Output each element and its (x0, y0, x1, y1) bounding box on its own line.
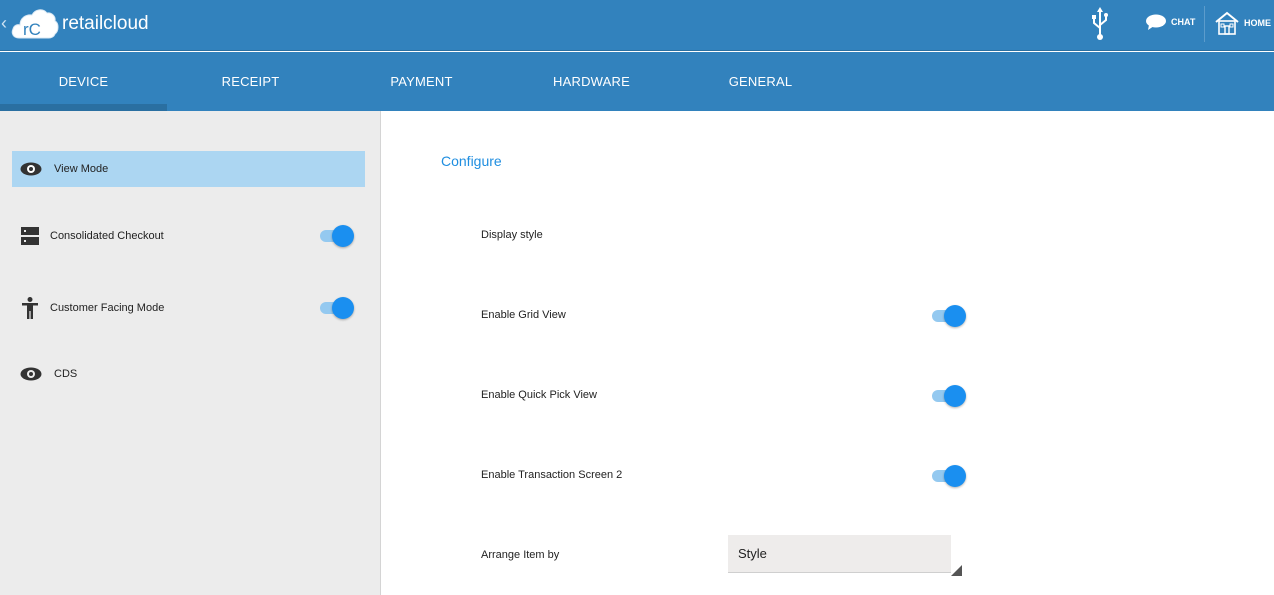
sidebar-item-customer-facing-mode[interactable]: Customer Facing Mode (12, 290, 365, 326)
consolidated-checkout-toggle[interactable] (320, 225, 354, 247)
sidebar-item-label: Consolidated Checkout (50, 230, 164, 242)
grid-view-label: Enable Grid View (481, 309, 566, 321)
tab-device[interactable]: DEVICE (0, 52, 167, 111)
sidebar-item-label: CDS (54, 368, 78, 380)
tab-payment[interactable]: PAYMENT (338, 52, 505, 111)
top-bar: ‹ rC retailcloud CHAT HOME (0, 0, 1274, 51)
arrange-item-select[interactable]: Style (728, 535, 951, 573)
sidebar-item-label: Customer Facing Mode (50, 302, 165, 314)
grid-view-toggle[interactable] (932, 305, 966, 327)
home-label: HOME (1244, 18, 1271, 28)
sidebar-item-cds[interactable]: CDS (12, 356, 365, 392)
chat-button[interactable]: CHAT (1145, 13, 1195, 31)
configure-title: Configure (441, 153, 502, 169)
quick-pick-toggle[interactable] (932, 385, 966, 407)
quick-pick-label: Enable Quick Pick View (481, 389, 597, 401)
chat-bubble-icon (1146, 14, 1166, 30)
tab-hardware[interactable]: HARDWARE (508, 52, 675, 111)
usb-icon[interactable] (1090, 6, 1110, 42)
transaction-screen-label: Enable Transaction Screen 2 (481, 469, 623, 481)
tab-general[interactable]: GENERAL (677, 52, 844, 111)
sidebar-item-label: View Mode (54, 163, 109, 175)
arrange-item-value: Style (738, 546, 767, 561)
back-chevron-icon[interactable]: ‹ (1, 13, 7, 34)
tab-receipt[interactable]: RECEIPT (167, 52, 334, 111)
eye-icon (12, 367, 50, 381)
customer-facing-mode-toggle[interactable] (320, 297, 354, 319)
arrange-item-label: Arrange Item by (481, 549, 560, 561)
person-icon (12, 297, 50, 319)
sidebar-item-view-mode[interactable]: View Mode (12, 151, 365, 187)
server-icon (12, 227, 50, 245)
chat-label: CHAT (1171, 17, 1196, 27)
dropdown-corner-icon[interactable] (951, 565, 962, 576)
home-button[interactable]: HOME (1214, 10, 1271, 36)
home-icon (1215, 11, 1239, 35)
display-style-label: Display style (481, 229, 543, 241)
transaction-screen-toggle[interactable] (932, 465, 966, 487)
tab-bar: DEVICE RECEIPT PAYMENT HARDWARE GENERAL (0, 52, 1274, 111)
app-title: retailcloud (62, 13, 149, 34)
retailcloud-logo: rC (11, 9, 59, 39)
header-divider (1204, 6, 1205, 42)
sidebar-item-consolidated-checkout[interactable]: Consolidated Checkout (12, 218, 365, 254)
sidebar: View Mode Consolidated Checkout Customer… (0, 111, 381, 595)
eye-icon (12, 162, 50, 176)
svg-text:rC: rC (23, 20, 41, 39)
